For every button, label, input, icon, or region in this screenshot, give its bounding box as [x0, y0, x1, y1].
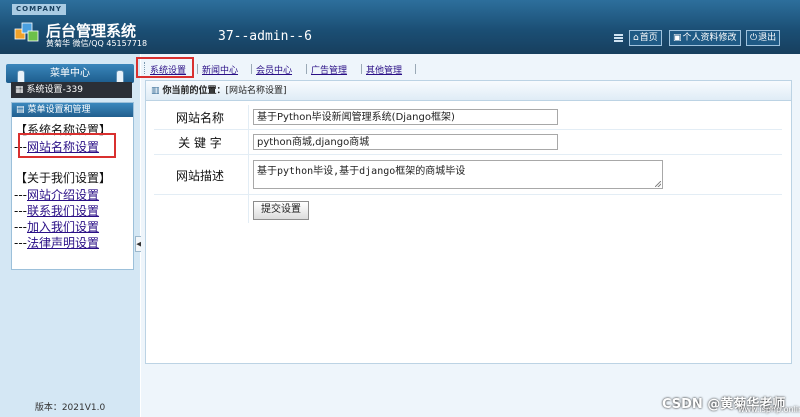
grid-icon: ▦ — [15, 85, 24, 95]
profile-icon: ▣ — [673, 33, 682, 43]
site-name-input[interactable]: 基于Python毕设新闻管理系统(Django框架) — [253, 109, 558, 125]
form-row-site-name: 网站名称 基于Python毕设新闻管理系统(Django框架) — [154, 105, 782, 130]
submit-settings-button[interactable]: 提交设置 — [253, 201, 309, 220]
menu-panel-title: ▤ 菜单设置和管理 — [12, 103, 133, 117]
menu-center-header: 菜单中心 — [6, 64, 134, 83]
sidebar-item-contact-us[interactable]: ---联系我们设置 — [14, 202, 99, 219]
watermark-url: www.isphp.online — [738, 405, 800, 414]
content-panel: ▥ 你当前的位置：[网站名称设置] 网站名称 基于Python毕设新闻管理系统(D… — [145, 80, 792, 364]
top-tabs: 系统设置 新闻中心 会员中心 广告管理 其他管理 — [141, 60, 800, 78]
description-textarea[interactable]: 基于python毕设,基于django框架的商城毕设 — [253, 160, 663, 189]
form-row-submit: 提交设置 — [154, 195, 782, 223]
description-label: 网站描述 — [175, 169, 224, 183]
home-icon: ⌂ — [633, 33, 639, 43]
panel-icon: ▤ — [16, 105, 25, 115]
sidebar-item-legal[interactable]: ---法律声明设置 — [14, 234, 99, 251]
power-icon: ⏻ — [750, 33, 758, 43]
tab-separator — [197, 64, 198, 74]
tab-separator — [361, 64, 362, 74]
tab-member-center[interactable]: 会员中心 — [256, 63, 292, 76]
site-name-label: 网站名称 — [175, 111, 224, 125]
menu-panel: ▤ 菜单设置和管理 【系统名称设置】 ---网站名称设置 【关于我们设置】 ---… — [11, 102, 134, 270]
menu-icon[interactable] — [614, 34, 623, 42]
tab-highlight-box — [136, 57, 194, 78]
system-subtitle: 黄菊华 微信/QQ 45157718 — [46, 39, 148, 48]
tab-separator — [415, 64, 416, 74]
tab-separator — [306, 64, 307, 74]
tab-other-management[interactable]: 其他管理 — [366, 63, 402, 76]
tab-news-center[interactable]: 新闻中心 — [202, 63, 238, 76]
form-row-keywords: 关 键 字 python商城,django商城 — [154, 130, 782, 155]
version-label: 版本：2021V1.0 — [34, 403, 106, 413]
logout-button[interactable]: ⏻退出 — [746, 30, 781, 46]
group-title-about-us: 【关于我们设置】 — [15, 171, 112, 185]
resize-handle-icon[interactable] — [655, 181, 661, 187]
sidebar-item-site-intro[interactable]: ---网站介绍设置 — [14, 186, 99, 203]
home-button[interactable]: ⌂首页 — [629, 30, 662, 46]
keywords-input[interactable]: python商城,django商城 — [253, 134, 558, 150]
tab-separator — [251, 64, 252, 74]
breadcrumb: ▥ 你当前的位置：[网站名称设置] — [146, 81, 791, 101]
profile-edit-button[interactable]: ▣个人资料修改 — [669, 30, 741, 46]
current-module[interactable]: ▦ 系统设置-339 — [11, 82, 132, 98]
keywords-label: 关 键 字 — [178, 136, 222, 150]
sidebar-highlight-box — [18, 133, 116, 158]
company-badge: COMPANY — [12, 4, 66, 15]
top-header: COMPANY 后台管理系统 黄菊华 微信/QQ 45157718 37--ad… — [0, 0, 800, 54]
sidebar-item-join-us[interactable]: ---加入我们设置 — [14, 218, 99, 235]
logo-cubes-icon — [14, 22, 39, 42]
user-info: 37--admin--6 — [218, 29, 312, 44]
form-row-description: 网站描述 基于python毕设,基于django框架的商城毕设 — [154, 155, 782, 195]
window-icon: ▥ — [151, 86, 160, 96]
tab-ad-management[interactable]: 广告管理 — [311, 63, 347, 76]
